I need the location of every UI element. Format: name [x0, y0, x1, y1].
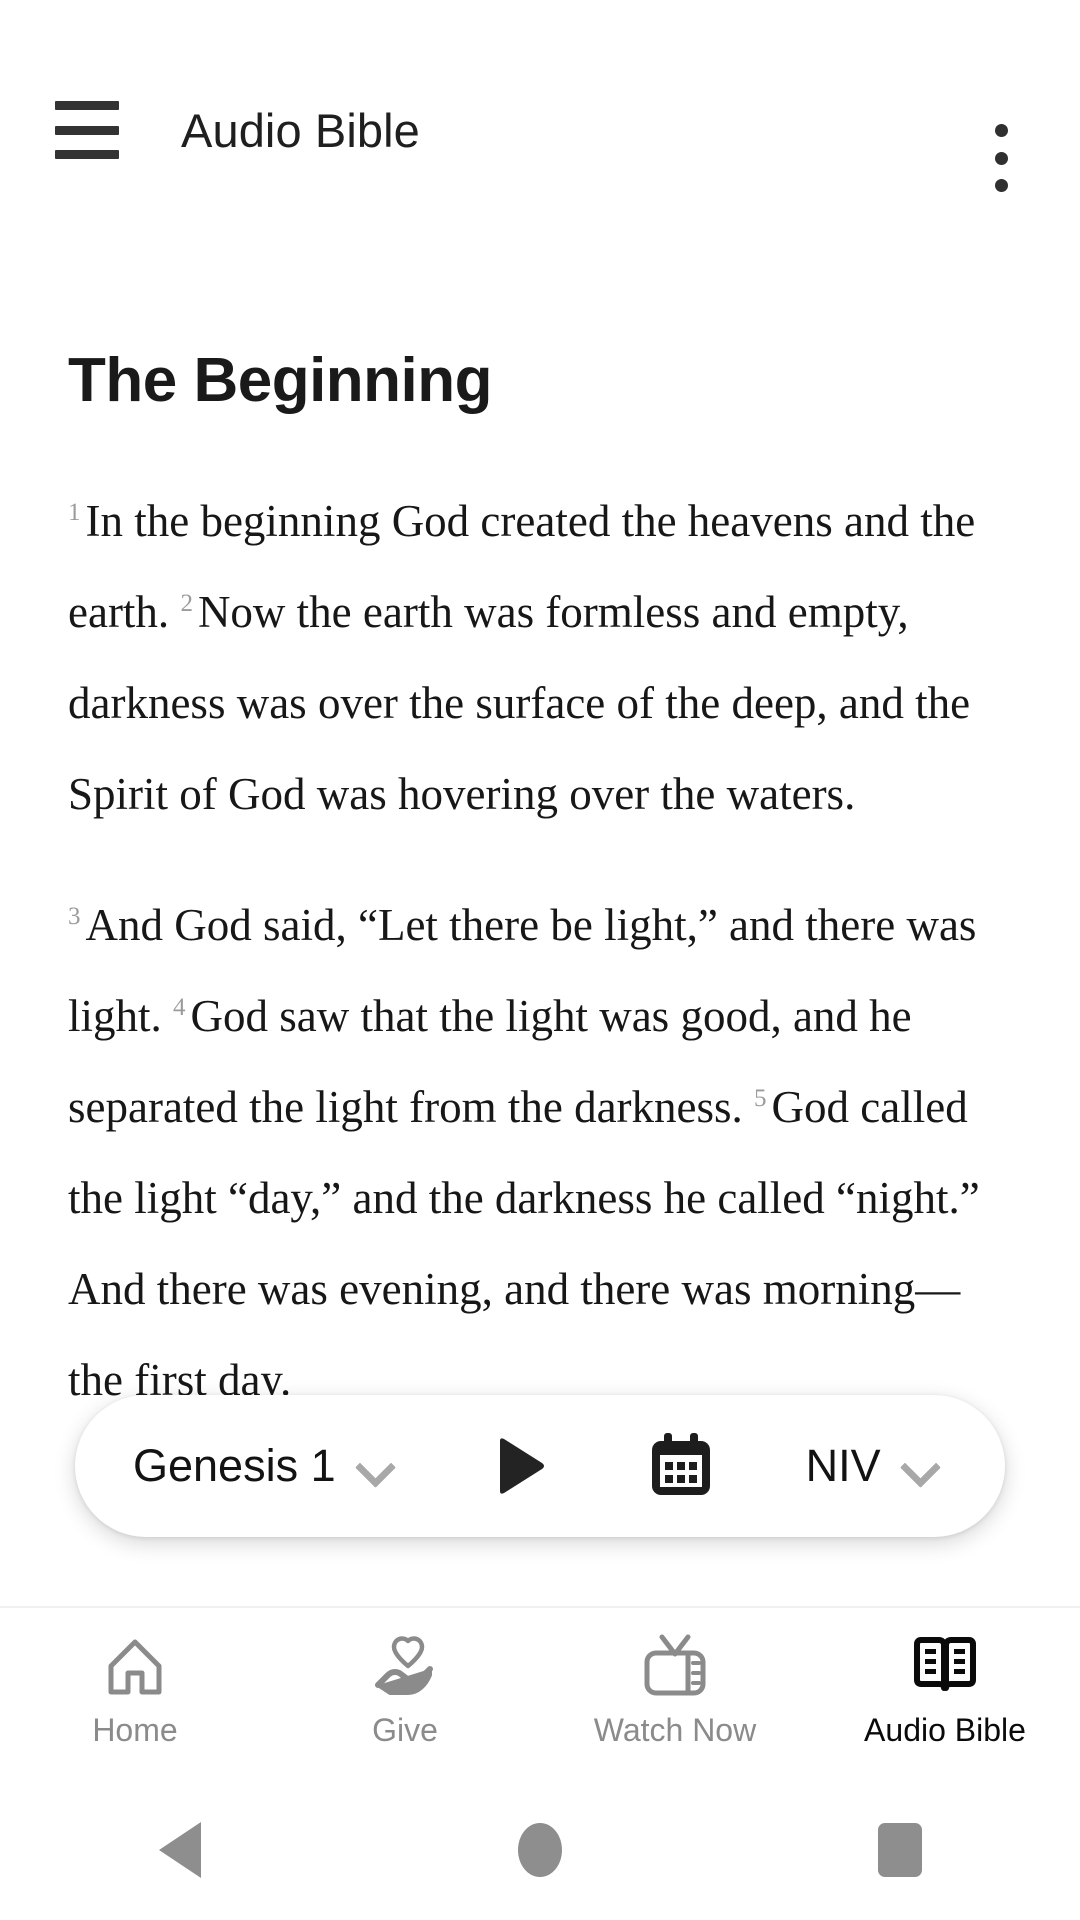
chevron-down-icon [358, 1449, 392, 1483]
verse-number: 4 [173, 994, 186, 1021]
chapter-selector-label: Genesis 1 [133, 1440, 336, 1491]
calendar-button[interactable] [648, 1431, 714, 1501]
tab-label: Home [92, 1712, 178, 1748]
tab-label: Audio Bible [864, 1712, 1026, 1748]
tab-watch-now[interactable]: Watch Now [540, 1608, 810, 1749]
home-icon [104, 1630, 166, 1702]
overflow-dot [994, 151, 1008, 165]
verse-paragraph: 1 In the beginning God created the heaven… [68, 476, 1012, 840]
verse-number: 2 [180, 590, 193, 617]
tab-audio-bible[interactable]: Audio Bible [810, 1608, 1080, 1749]
bottom-tab-bar: Home Give Watch Now Audio Bible [0, 1606, 1080, 1780]
tab-label: Give [372, 1712, 438, 1748]
app-bar: Audio Bible [0, 0, 1080, 260]
tab-home[interactable]: Home [0, 1608, 270, 1749]
verse-paragraph: 3 And God said, “Let there be light,” and… [68, 880, 1012, 1426]
tv-icon [642, 1630, 708, 1702]
overflow-dot [994, 124, 1008, 137]
hamburger-bar [55, 150, 119, 159]
chapter-title: The Beginning [68, 346, 493, 415]
system-home-button[interactable] [480, 1810, 600, 1890]
tab-give[interactable]: Give [270, 1608, 540, 1749]
audio-player-pill: Genesis 1 NIV [75, 1395, 1005, 1537]
calendar-icon [651, 1433, 710, 1495]
circle-home-icon [518, 1823, 562, 1877]
page-title: Audio Bible [181, 103, 420, 157]
verse-number: 5 [754, 1085, 767, 1112]
hamburger-bar [55, 101, 119, 110]
verse-number: 1 [68, 499, 81, 526]
system-navigation-bar [0, 1780, 1080, 1920]
open-book-icon [913, 1630, 977, 1702]
verse-text: Now the earth was formless and empty, da… [68, 587, 971, 819]
app-root: Audio Bible The Beginning 1 In the beginn… [0, 0, 1080, 1920]
system-back-button[interactable] [120, 1810, 240, 1890]
version-selector-label: NIV [805, 1440, 881, 1491]
play-button[interactable] [488, 1434, 552, 1498]
hamburger-menu-icon[interactable] [55, 101, 119, 159]
overflow-dot [994, 179, 1008, 192]
verse-number: 3 [68, 903, 81, 930]
tab-label: Watch Now [593, 1712, 757, 1748]
hamburger-bar [55, 125, 119, 135]
chevron-down-icon [903, 1449, 937, 1483]
hand-heart-icon [374, 1630, 436, 1702]
triangle-back-icon [159, 1822, 201, 1878]
play-icon [499, 1438, 544, 1494]
system-recents-button[interactable] [840, 1810, 960, 1890]
chapter-selector[interactable]: Genesis 1 [133, 1440, 392, 1492]
more-vertical-icon[interactable] [966, 118, 1036, 198]
square-recents-icon [878, 1823, 922, 1877]
version-selector[interactable]: NIV [806, 1440, 937, 1492]
